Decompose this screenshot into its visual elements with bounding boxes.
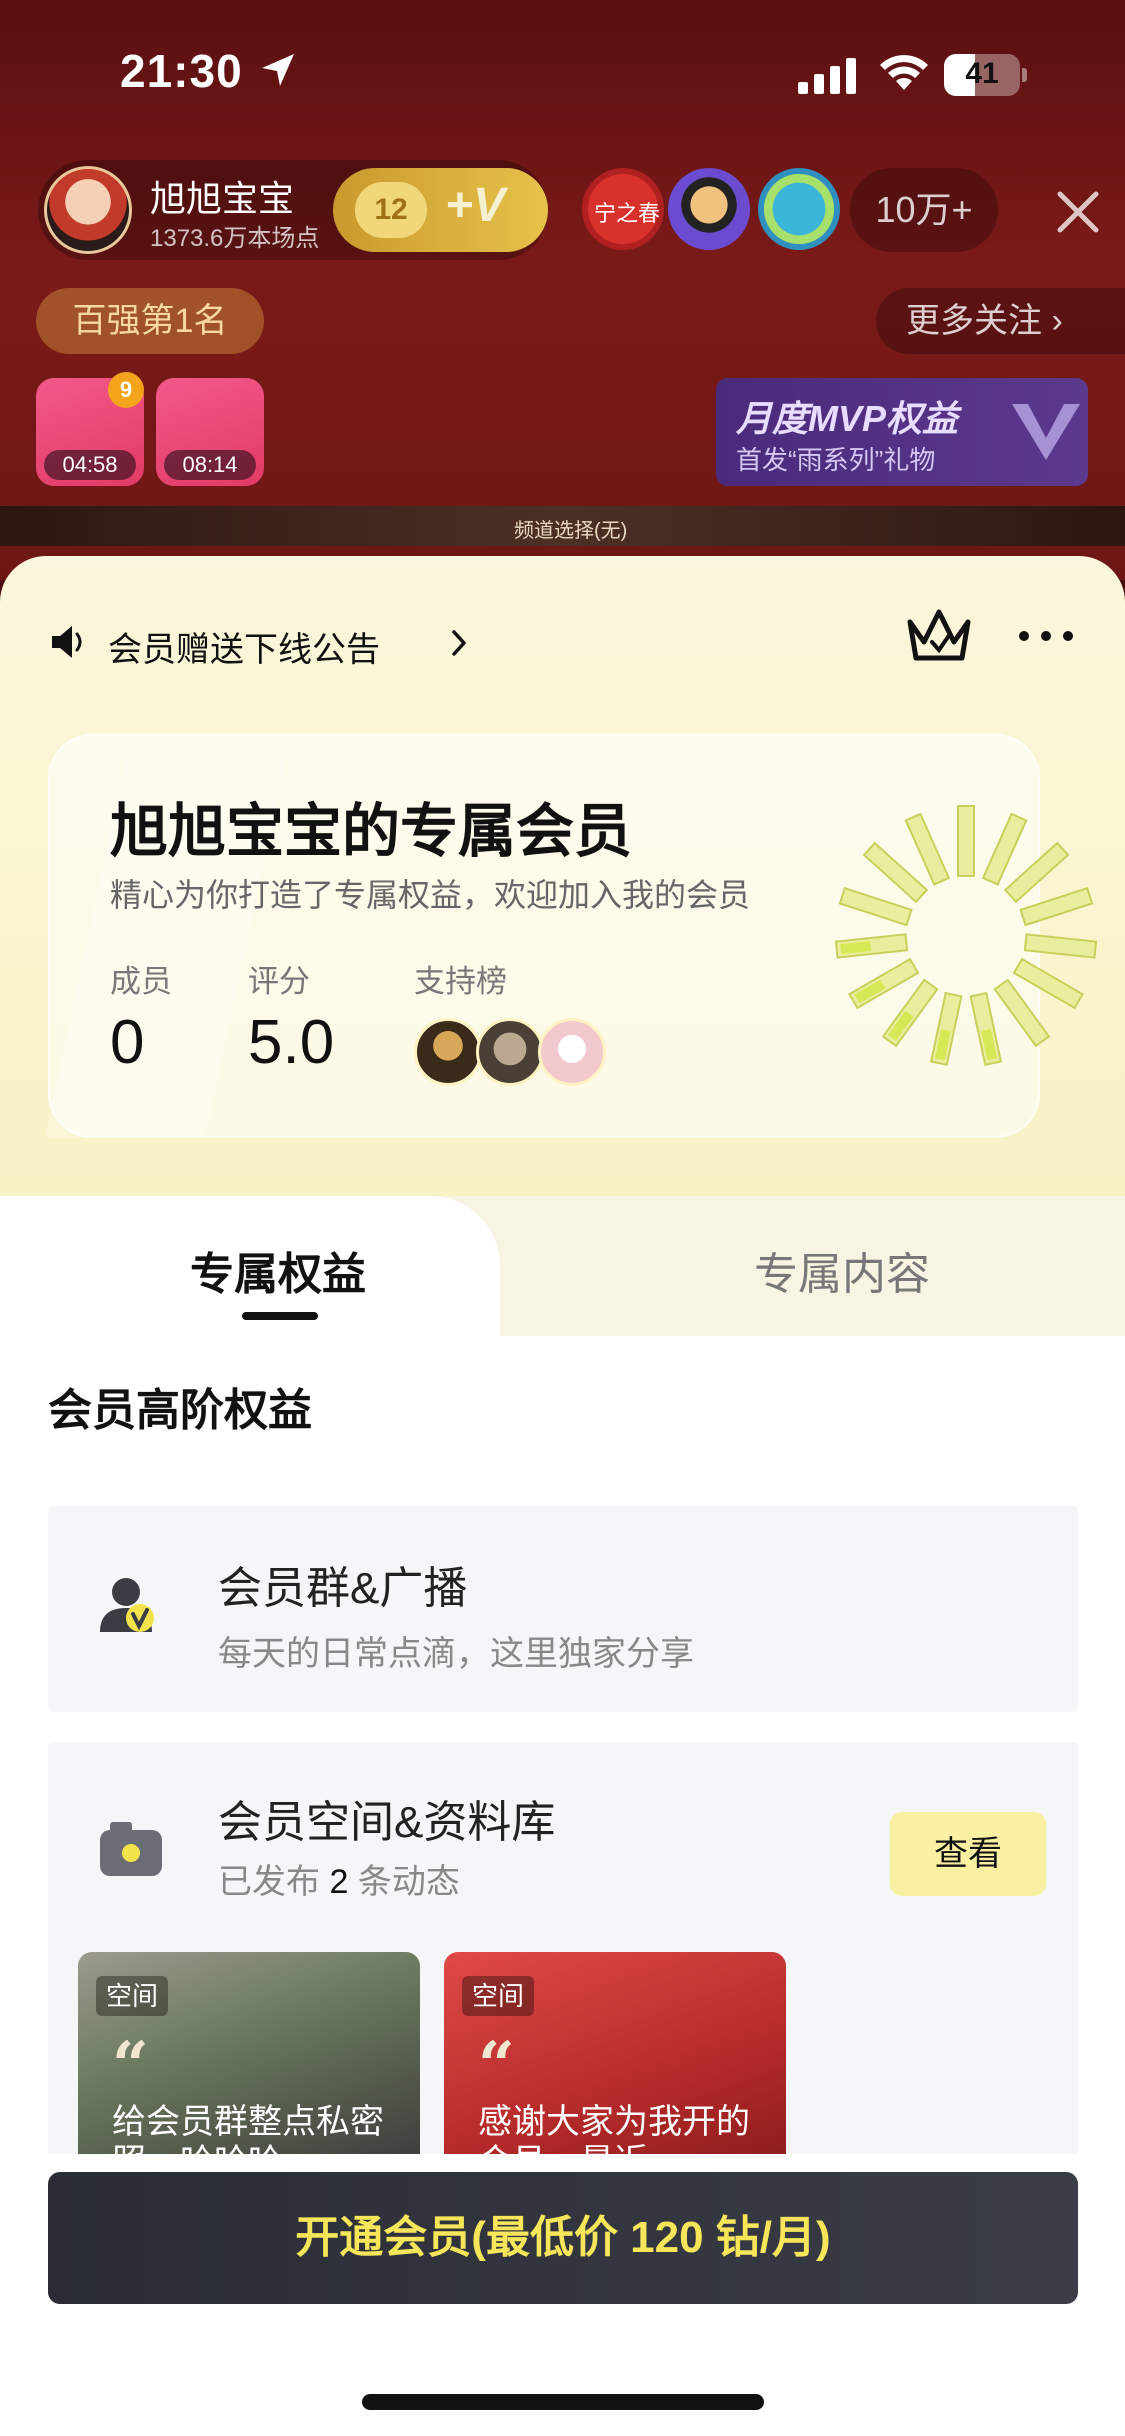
host-score: 1373.6万本场点 — [150, 225, 320, 252]
tab-exclusive-benefits[interactable]: 专属权益 — [190, 1238, 366, 1302]
quote-icon: “ — [112, 2028, 149, 2103]
post-tag: 空间 — [96, 1976, 169, 2016]
fan-club-badge[interactable]: 12 +V — [333, 168, 548, 252]
member-group-icon — [100, 1578, 154, 1632]
announcement-row[interactable]: 会员赠送下线公告 — [48, 616, 648, 669]
post-tag: 空间 — [462, 1976, 535, 2016]
channel-strip: 频道选择(无) — [0, 506, 1125, 546]
membership-title: 旭旭宝宝的专属会员 — [110, 799, 633, 864]
supporter-avatar[interactable] — [414, 1018, 482, 1086]
viewer-avatar[interactable] — [758, 168, 840, 250]
more-follow-label: 更多关注 — [906, 302, 1042, 340]
support-stat: 支持榜 — [414, 956, 507, 1001]
wifi-icon — [880, 55, 928, 90]
gift-timer: 08:14 — [164, 450, 256, 480]
speaker-icon — [52, 626, 82, 658]
member-group-title: 会员群&广播 — [218, 1564, 468, 1613]
camera-icon — [100, 1822, 162, 1876]
bottom-action-bar: 开通会员(最低价 120 钻/月) — [0, 2154, 1125, 2436]
gift-box[interactable]: 08:14 — [156, 378, 264, 486]
member-group-benefit[interactable]: 会员群&广播 每天的日常点滴，这里独家分享 — [48, 1506, 1078, 1712]
section-title: 会员高阶权益 — [48, 1386, 312, 1435]
support-rank-avatars[interactable] — [414, 1018, 614, 1088]
space-post-card[interactable]: 空间 “ 给会员群整点私密照，哈哈哈 — [78, 1952, 420, 2172]
home-indicator — [362, 2394, 764, 2410]
member-group-desc: 每天的日常点滴，这里独家分享 — [218, 1635, 694, 1673]
fan-level-badge: 12 — [355, 182, 427, 238]
v-logo-icon — [1012, 404, 1080, 460]
quote-icon: “ — [478, 2028, 515, 2103]
gift-count-badge: 9 — [108, 372, 144, 408]
post-count-prefix: 已发布 — [218, 1863, 320, 1901]
members-value: 0 — [110, 1008, 145, 1077]
viewer-avatar[interactable] — [668, 168, 750, 250]
score-label: 评分 — [248, 964, 310, 999]
membership-subtitle: 精心为你打造了专属权益，欢迎加入我的会员 — [110, 877, 751, 913]
score-value: 5.0 — [248, 1008, 335, 1077]
status-bar: 21:30 41 — [0, 0, 1125, 150]
post-count-suffix: 条动态 — [357, 1863, 460, 1901]
host-name: 旭旭宝宝 — [150, 178, 295, 219]
close-icon[interactable] — [1052, 186, 1104, 238]
status-time: 21:30 — [120, 45, 243, 97]
active-tab-indicator — [242, 1312, 318, 1320]
gift-box[interactable]: 9 04:58 — [36, 372, 144, 486]
battery-indicator: 41 — [944, 54, 1028, 96]
supporter-avatar[interactable] — [476, 1018, 544, 1086]
battery-percent: 41 — [965, 57, 999, 90]
location-arrow-icon — [262, 54, 294, 86]
space-post-card[interactable]: 空间 “ 感谢大家为我开的会员，最近 — [444, 1952, 786, 2172]
tab-bar: 专属权益 专属内容 — [0, 1196, 1125, 1336]
viewer-count[interactable]: 10万+ — [850, 168, 998, 252]
post-count: 2 — [329, 1863, 349, 1901]
decorative-burst-icon — [834, 805, 1098, 1067]
tab-exclusive-content[interactable]: 专属内容 — [754, 1238, 930, 1302]
crown-icon[interactable] — [904, 602, 974, 668]
mvp-benefit-banner[interactable]: 月度MVP权益 首发“雨系列”礼物 — [716, 378, 1088, 486]
view-button[interactable]: 查看 — [890, 1812, 1046, 1896]
mvp-title: 月度MVP权益 — [736, 398, 959, 439]
chevron-right-icon — [452, 630, 466, 656]
cellular-signal-icon — [798, 58, 856, 94]
more-follow-button[interactable]: 更多关注 › — [876, 288, 1125, 354]
supporter-avatar[interactable] — [538, 1018, 606, 1086]
mvp-subtitle: 首发“雨系列”礼物 — [736, 445, 936, 475]
support-label: 支持榜 — [414, 964, 507, 999]
members-stat: 成员 0 — [110, 956, 172, 1078]
open-membership-button[interactable]: 开通会员(最低价 120 钻/月) — [48, 2172, 1078, 2304]
viewer-avatar-label: 宁之春 — [594, 201, 661, 226]
member-space-title: 会员空间&资料库 — [218, 1798, 556, 1847]
more-options-icon[interactable] — [1016, 626, 1076, 646]
announcement-text: 会员赠送下线公告 — [108, 631, 380, 669]
score-stat: 评分 5.0 — [248, 956, 334, 1078]
channel-label: 频道选择(无) — [514, 520, 628, 542]
plus-v-badge: +V — [445, 179, 506, 232]
live-room-background: 21:30 41 旭旭宝宝 1373.6万本场点 12 +V 宁之春 10万+ … — [0, 0, 1125, 580]
member-space-benefit[interactable]: 会员空间&资料库 已发布 2 条动态 查看 空间 “ 给会员群整点私密照，哈哈哈… — [48, 1742, 1078, 2172]
chevron-right-icon: › — [1051, 302, 1063, 340]
members-label: 成员 — [110, 964, 172, 999]
member-space-desc: 已发布 2 条动态 — [218, 1854, 460, 1903]
gift-timer: 04:58 — [44, 450, 136, 480]
host-avatar[interactable] — [44, 166, 132, 254]
rank-badge[interactable]: 百强第1名 — [36, 288, 264, 354]
